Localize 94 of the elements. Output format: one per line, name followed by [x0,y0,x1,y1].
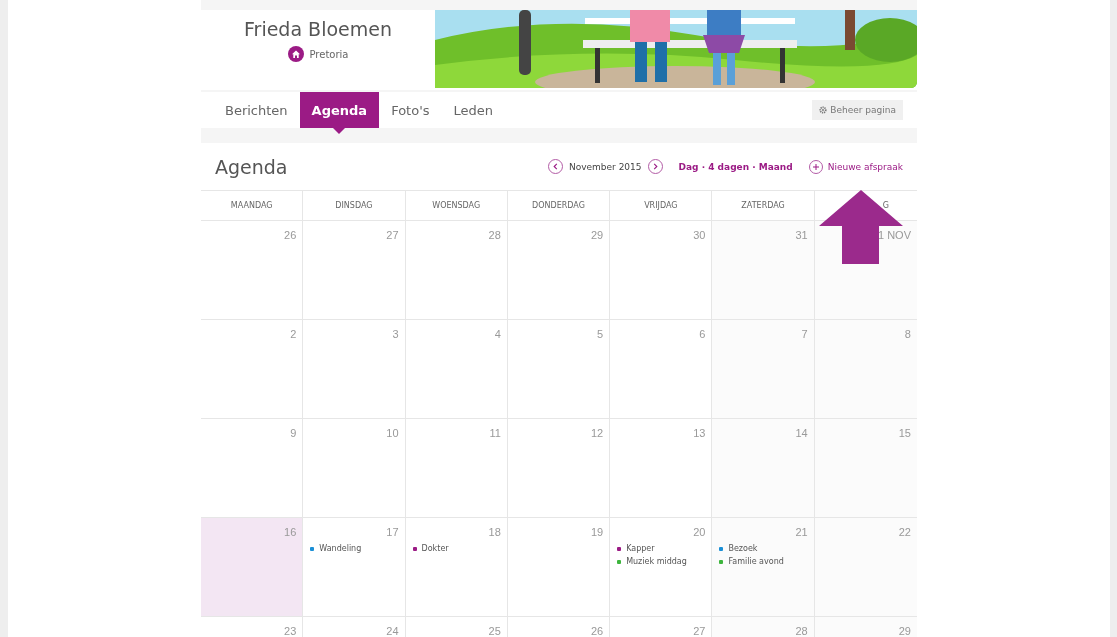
day-number: 20 [693,526,706,538]
plus-circle-icon [808,159,823,174]
day-number: 29 [898,625,911,637]
new-appointment-button[interactable]: Nieuwe afspraak [808,159,903,174]
day-cell[interactable]: 26 [507,617,611,637]
day-cell[interactable]: 14 [712,419,815,518]
day-number: 30 [693,229,706,241]
day-cell[interactable]: 22 [814,518,917,617]
gear-icon [819,106,828,114]
day-cell[interactable]: 19 [507,518,611,617]
day-cell[interactable]: 17 Wandeling [303,518,406,617]
day-number: 19 [590,526,604,538]
previous-month-button[interactable] [547,159,563,174]
day-number: 27 [693,625,706,637]
day-cell[interactable]: 11 [405,419,508,518]
day-number: 8 [904,328,911,340]
weekday-header: G [882,201,889,210]
day-cell[interactable]: 29 [814,617,917,637]
day-cell[interactable]: 10 [303,419,406,518]
day-number: 7 [801,328,808,340]
day-cell[interactable]: 23 [201,617,304,637]
location-text: Pretoria [309,48,349,60]
chevron-left-icon [551,163,559,170]
day-cell[interactable]: 24 [303,617,406,637]
day-cell[interactable]: 18 Dokter [405,518,508,617]
weekday-header: MAANDAG [230,201,273,210]
day-number: 15 [898,427,911,439]
event-title[interactable]: Kapper [626,544,655,553]
day-cell[interactable]: 7 [712,320,815,419]
day-cell[interactable]: 8 [814,320,917,419]
day-cell[interactable]: 27 [303,221,406,320]
weekday-header: WOENSDAG [432,201,481,210]
tab[interactable]: Berichten [213,92,300,128]
event-title[interactable]: Wandeling [319,544,362,553]
day-number: 26 [590,625,604,637]
day-cell[interactable]: 26 [201,221,304,320]
day-number: 12 [590,427,604,439]
day-cell[interactable]: 29 [507,221,611,320]
tab[interactable]: Foto's [379,92,442,128]
day-cell[interactable]: 15 [814,419,917,518]
day-number: 13 [693,427,706,439]
view-switch-links[interactable]: Dag · 4 dagen · Maand [678,161,793,172]
day-cell[interactable]: 3 [303,320,406,419]
day-cell[interactable]: 21 Bezoek Familie avond [712,518,815,617]
day-number: 18 [488,526,501,538]
profile-name: Frieda Bloemen [244,18,392,40]
day-number: 26 [284,229,297,241]
day-number: 6 [699,328,706,340]
weekday-header: VRIJDAG [644,201,678,210]
home-icon [287,46,304,62]
day-cell[interactable]: 2 [201,320,304,419]
day-cell[interactable]: 31 [712,221,815,320]
day-cell[interactable]: 4 [405,320,508,419]
day-number: 3 [392,328,399,340]
day-number: 1 NOV [877,229,911,241]
event-title[interactable]: Bezoek [728,544,758,553]
tab-pointer-icon [333,128,346,134]
day-number: 2 [290,328,297,340]
day-number: 5 [597,328,604,340]
day-number: 29 [590,229,604,241]
day-number: 17 [386,526,399,538]
day-number: 4 [494,328,501,340]
day-number: 14 [795,427,808,439]
day-cell[interactable]: 28 [712,617,815,637]
day-number: 21 [795,526,808,538]
day-number: 11 [489,427,501,439]
day-cell[interactable]: 5 [507,320,611,419]
day-number: 16 [284,526,297,538]
day-number: 31 [795,229,808,241]
agenda-title: Agenda [215,155,289,178]
day-cell[interactable]: 28 [405,221,508,320]
day-number: 9 [290,427,297,439]
manage-page-button[interactable]: Beheer pagina [812,100,903,120]
next-month-button[interactable] [647,159,663,174]
day-number: 28 [795,625,808,637]
event-title[interactable]: Muziek middag [626,557,687,566]
day-cell[interactable]: 12 [507,419,611,518]
tab[interactable]: Leden [441,92,506,128]
day-number: 10 [386,427,399,439]
chevron-right-icon [651,163,659,170]
day-number: 23 [284,625,297,637]
weekday-header: ZATERDAG [741,201,785,210]
day-cell[interactable]: 16 [201,518,304,617]
weekday-header: DINSDAG [335,201,373,210]
day-number: 24 [386,625,399,637]
day-number: 22 [898,526,911,538]
day-number: 25 [488,625,501,637]
day-number: 28 [488,229,501,241]
day-number: 27 [386,229,399,241]
event-title[interactable]: Familie avond [728,557,784,566]
month-label: November 2015 [568,161,642,172]
weekday-header: DONDERDAG [532,201,585,210]
event-title[interactable]: Dokter [421,544,449,553]
day-cell[interactable]: 25 [405,617,508,637]
